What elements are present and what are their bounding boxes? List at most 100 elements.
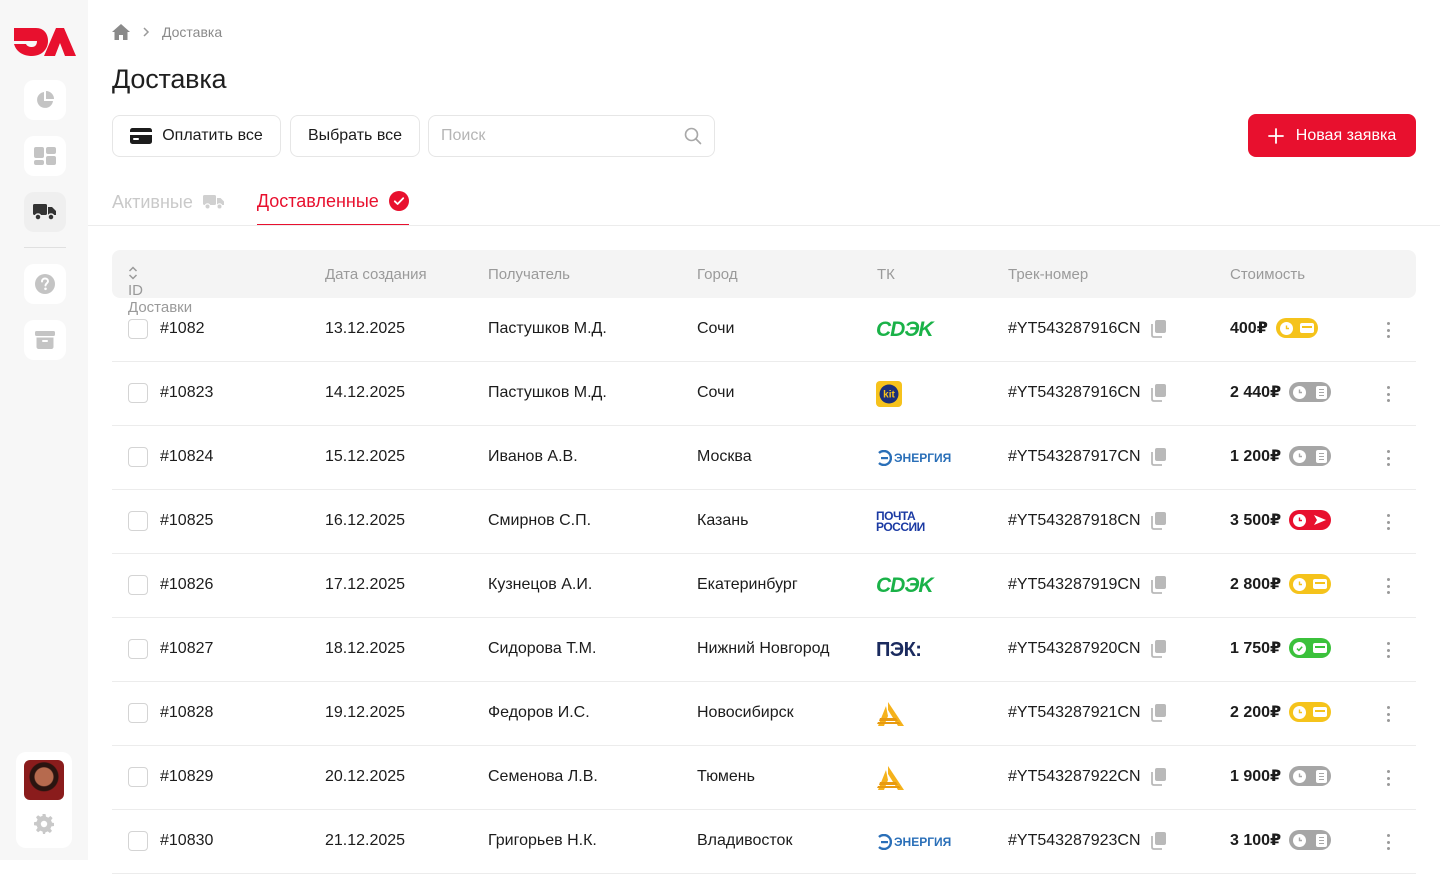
nav-dashboard[interactable] xyxy=(24,136,66,176)
copy-icon[interactable] xyxy=(1150,832,1167,850)
nav-analytics[interactable] xyxy=(24,80,66,120)
row-carrier xyxy=(876,762,966,794)
row-checkbox[interactable] xyxy=(128,319,148,339)
row-more-icon[interactable] xyxy=(1380,382,1396,406)
table-row[interactable]: #10829 20.12.2025 Семенова Л.В. Тюмень #… xyxy=(112,746,1416,810)
brand-logo-icon[interactable] xyxy=(14,24,76,63)
row-track-number: #YT543287921CN xyxy=(1008,704,1141,721)
dellin-logo-icon xyxy=(877,766,904,790)
row-cost-value: 3 500₽ xyxy=(1230,512,1282,529)
row-date: 14.12.2025 xyxy=(325,384,406,401)
table-body: #1082 13.12.2025 Пастушков М.Д. Сочи СDЭ… xyxy=(112,298,1416,874)
row-track-number: #YT543287920CN xyxy=(1008,640,1141,657)
table-row[interactable]: #10828 19.12.2025 Федоров И.С. Новосибир… xyxy=(112,682,1416,746)
row-more-icon[interactable] xyxy=(1380,830,1396,854)
row-city: Новосибирск xyxy=(697,704,794,721)
row-track: #YT543287916CN xyxy=(1008,384,1167,402)
status-gray-badge[interactable] xyxy=(1289,446,1332,466)
status-gray-badge[interactable] xyxy=(1289,830,1332,850)
row-city: Сочи xyxy=(697,320,735,337)
select-all-button[interactable]: Выбрать все xyxy=(290,115,420,157)
row-track-number: #YT543287919CN xyxy=(1008,576,1141,593)
new-request-button[interactable]: Новая заявка xyxy=(1248,114,1416,157)
row-id: #10825 xyxy=(160,512,214,529)
table-row[interactable]: #10826 17.12.2025 Кузнецов А.И. Екатерин… xyxy=(112,554,1416,618)
row-cost-value: 1 900₽ xyxy=(1230,768,1282,785)
breadcrumb-current[interactable]: Доставка xyxy=(162,24,222,40)
row-track: #YT543287923CN xyxy=(1008,832,1167,850)
row-more-icon[interactable] xyxy=(1380,638,1396,662)
row-checkbox[interactable] xyxy=(128,383,148,403)
row-id: #10826 xyxy=(160,576,214,593)
status-gray-badge[interactable] xyxy=(1289,382,1332,402)
row-more-icon[interactable] xyxy=(1380,574,1396,598)
row-recipient: Пастушков М.Д. xyxy=(488,320,607,337)
header-track: Трек-номер xyxy=(1008,266,1089,283)
status-red-badge[interactable] xyxy=(1289,510,1332,530)
row-checkbox[interactable] xyxy=(128,447,148,467)
table-row[interactable]: #1082 13.12.2025 Пастушков М.Д. Сочи СDЭ… xyxy=(112,298,1416,362)
row-checkbox[interactable] xyxy=(128,703,148,723)
row-cost: 2 440₽ xyxy=(1230,382,1332,402)
pay-all-button[interactable]: Оплатить все xyxy=(112,115,281,157)
header-id[interactable]: ID Доставки xyxy=(128,266,192,316)
table-row[interactable]: #10824 15.12.2025 Иванов А.В. Москва ЭНЕ… xyxy=(112,426,1416,490)
row-cost: 2 800₽ xyxy=(1230,574,1332,594)
row-cost-value: 400₽ xyxy=(1230,320,1268,337)
table-row[interactable]: #10830 21.12.2025 Григорьев Н.К. Владиво… xyxy=(112,810,1416,874)
row-more-icon[interactable] xyxy=(1380,766,1396,790)
table-row[interactable]: #10825 16.12.2025 Смирнов С.П. Казань ПО… xyxy=(112,490,1416,554)
tab-active[interactable]: Активные xyxy=(112,186,225,218)
row-more-icon[interactable] xyxy=(1380,510,1396,534)
status-gray-badge[interactable] xyxy=(1289,766,1332,786)
table-row[interactable]: #10823 14.12.2025 Пастушков М.Д. Сочи ki… xyxy=(112,362,1416,426)
row-checkbox[interactable] xyxy=(128,639,148,659)
row-cost: 3 100₽ xyxy=(1230,830,1332,850)
tab-delivered[interactable]: Доставленные xyxy=(256,186,409,226)
nav-archive[interactable] xyxy=(24,320,66,360)
archive-icon xyxy=(35,331,55,349)
header-recipient: Получатель xyxy=(488,266,570,283)
copy-icon[interactable] xyxy=(1150,448,1167,466)
status-yellow-badge[interactable] xyxy=(1275,318,1318,338)
status-yellow-badge[interactable] xyxy=(1289,574,1332,594)
table-row[interactable]: #10827 18.12.2025 Сидорова Т.М. Нижний Н… xyxy=(112,618,1416,682)
row-checkbox[interactable] xyxy=(128,575,148,595)
row-carrier: ПЭК: xyxy=(876,634,966,666)
nav-help[interactable] xyxy=(24,264,66,304)
status-green-badge[interactable] xyxy=(1289,638,1332,658)
main-content: Доставка Доставка Оплатить все Выбрать в… xyxy=(88,0,1440,874)
truck-icon xyxy=(33,204,56,221)
header-date: Дата создания xyxy=(325,266,427,283)
row-id: #10823 xyxy=(160,384,214,401)
settings-gear-icon[interactable] xyxy=(34,814,54,839)
row-more-icon[interactable] xyxy=(1380,702,1396,726)
copy-icon[interactable] xyxy=(1150,640,1167,658)
dellin-logo-icon xyxy=(877,702,904,726)
row-more-icon[interactable] xyxy=(1380,318,1396,342)
row-more-icon[interactable] xyxy=(1380,446,1396,470)
copy-icon[interactable] xyxy=(1150,576,1167,594)
status-yellow-badge[interactable] xyxy=(1289,702,1332,722)
row-cost: 400₽ xyxy=(1230,318,1318,338)
row-track: #YT543287917CN xyxy=(1008,448,1167,466)
nav-separator xyxy=(24,247,66,248)
pie-chart-icon xyxy=(37,91,54,108)
new-request-label: Новая заявка xyxy=(1295,126,1397,144)
avatar[interactable] xyxy=(24,760,64,800)
copy-icon[interactable] xyxy=(1150,768,1167,786)
nav-delivery[interactable] xyxy=(24,192,66,232)
copy-icon[interactable] xyxy=(1150,320,1167,338)
row-checkbox[interactable] xyxy=(128,767,148,787)
search-input[interactable] xyxy=(441,127,684,145)
truck-icon xyxy=(202,195,224,210)
search-icon[interactable] xyxy=(684,127,702,145)
copy-icon[interactable] xyxy=(1150,384,1167,402)
home-icon[interactable] xyxy=(112,24,130,40)
row-checkbox[interactable] xyxy=(128,831,148,851)
copy-icon[interactable] xyxy=(1150,704,1167,722)
row-checkbox[interactable] xyxy=(128,511,148,531)
header-city: Город xyxy=(697,266,738,283)
copy-icon[interactable] xyxy=(1150,512,1167,530)
row-track-number: #YT543287916CN xyxy=(1008,320,1141,337)
